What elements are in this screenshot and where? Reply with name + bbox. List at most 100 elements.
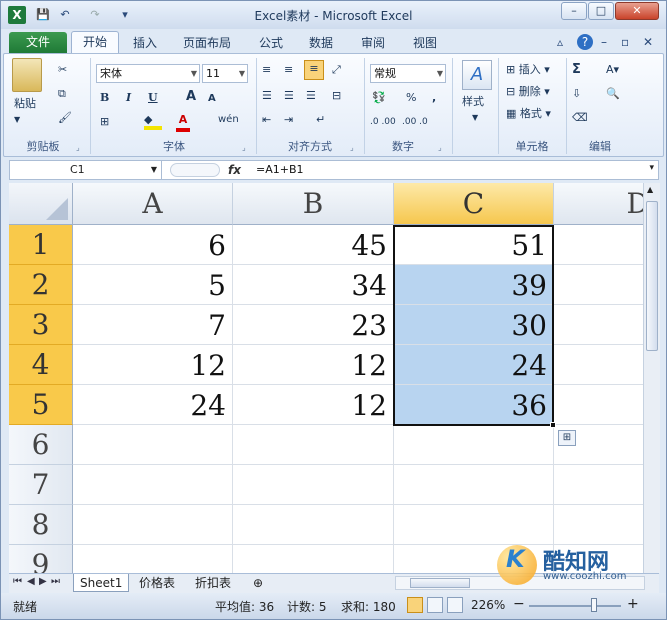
- cell-c4[interactable]: 24: [394, 345, 554, 385]
- cell-empty[interactable]: [73, 545, 233, 573]
- doc-close-icon[interactable]: ✕: [643, 35, 653, 49]
- last-sheet-icon[interactable]: ⏭: [51, 576, 60, 587]
- doc-minimize-icon[interactable]: –: [601, 35, 607, 49]
- expand-formula-icon[interactable]: ▾: [649, 163, 654, 173]
- select-all-button[interactable]: [9, 183, 73, 225]
- column-header-b[interactable]: B: [233, 183, 394, 225]
- maximize-button[interactable]: □: [588, 2, 614, 20]
- tab-review[interactable]: 审阅: [353, 34, 393, 53]
- fill-handle[interactable]: [550, 422, 556, 428]
- formula-input[interactable]: =A1+B1: [256, 161, 304, 179]
- row-header[interactable]: 7: [9, 465, 73, 505]
- cell-c5[interactable]: 36: [394, 385, 554, 425]
- number-launcher-icon[interactable]: ⌟: [438, 143, 442, 152]
- paste-dropdown-icon[interactable]: ▼: [14, 112, 20, 128]
- doc-restore-icon[interactable]: ▫: [621, 35, 629, 49]
- merge-center-icon[interactable]: ⊟: [332, 88, 341, 104]
- minimize-button[interactable]: –: [561, 2, 587, 20]
- paste-icon[interactable]: [12, 58, 42, 92]
- borders-icon[interactable]: ⊞: [100, 114, 109, 130]
- cell-empty[interactable]: [233, 505, 394, 545]
- cell-empty[interactable]: [554, 505, 643, 545]
- first-sheet-icon[interactable]: ⏮: [13, 576, 22, 587]
- cell-empty[interactable]: [394, 465, 554, 505]
- row-header[interactable]: 3: [9, 305, 73, 345]
- tab-insert[interactable]: 插入: [125, 34, 165, 53]
- tab-data[interactable]: 数据: [301, 34, 341, 53]
- cell-b2[interactable]: 34: [233, 265, 394, 305]
- align-top-icon[interactable]: ≡: [262, 62, 271, 78]
- cell-empty[interactable]: [73, 425, 233, 465]
- page-break-view-button[interactable]: [447, 597, 463, 613]
- sheet-tab-discount[interactable]: 折扣表: [189, 574, 237, 592]
- styles-dropdown-icon[interactable]: ▼: [472, 110, 478, 126]
- tab-view[interactable]: 视图: [405, 34, 445, 53]
- formula-bar-slider[interactable]: [170, 163, 220, 177]
- find-select-icon[interactable]: 🔍: [606, 86, 620, 102]
- orientation-icon[interactable]: ⤢: [332, 62, 341, 78]
- worksheet-grid[interactable]: A B C D 1 2 3 4 5 6 7 8 9 6 45 51 5 34 3…: [9, 183, 643, 573]
- name-box[interactable]: C1 ▼: [10, 161, 162, 179]
- cell-d3[interactable]: [554, 305, 643, 345]
- cell-empty[interactable]: [233, 425, 394, 465]
- minimize-ribbon-icon[interactable]: ▵: [557, 35, 563, 49]
- align-middle-icon[interactable]: ≡: [284, 62, 293, 78]
- underline-button[interactable]: U: [148, 90, 158, 106]
- row-header[interactable]: 2: [9, 265, 73, 305]
- fill-icon[interactable]: ⇩: [572, 86, 581, 102]
- clipboard-launcher-icon[interactable]: ⌟: [76, 143, 80, 152]
- column-header-a[interactable]: A: [73, 183, 233, 225]
- align-center-icon[interactable]: ☰: [284, 88, 294, 104]
- grow-font-button[interactable]: A: [186, 89, 196, 105]
- row-header[interactable]: 6: [9, 425, 73, 465]
- zoom-slider-thumb[interactable]: [591, 598, 597, 612]
- cell-a1[interactable]: 6: [73, 225, 233, 265]
- close-button[interactable]: ✕: [615, 2, 659, 20]
- cell-d5[interactable]: [554, 385, 643, 425]
- comma-button[interactable]: ,: [432, 90, 436, 106]
- shrink-font-button[interactable]: A: [208, 91, 216, 107]
- align-left-icon[interactable]: ☰: [262, 88, 272, 104]
- font-size-combo[interactable]: 11 ▼: [202, 64, 248, 83]
- bold-button[interactable]: B: [100, 90, 109, 106]
- cell-empty[interactable]: [394, 425, 554, 465]
- fill-color-icon[interactable]: ◆: [144, 112, 162, 130]
- cell-d2[interactable]: [554, 265, 643, 305]
- alignment-launcher-icon[interactable]: ⌟: [350, 143, 354, 152]
- clear-icon[interactable]: ⌫: [572, 110, 588, 126]
- delete-cells-button[interactable]: ⊟ 删除 ▾: [506, 84, 550, 100]
- cell-b1[interactable]: 45: [233, 225, 394, 265]
- sort-filter-icon[interactable]: A▾: [606, 62, 619, 78]
- cell-empty[interactable]: [554, 465, 643, 505]
- font-name-combo[interactable]: 宋体 ▼: [96, 64, 200, 83]
- decrease-decimal-button[interactable]: .00 .0: [402, 114, 428, 130]
- cell-a3[interactable]: 7: [73, 305, 233, 345]
- currency-icon[interactable]: 💱: [372, 90, 386, 106]
- sheet-tab-sheet1[interactable]: Sheet1: [73, 574, 130, 592]
- tab-page-layout[interactable]: 页面布局: [177, 34, 237, 53]
- cell-d1[interactable]: [554, 225, 643, 265]
- row-header[interactable]: 1: [9, 225, 73, 265]
- sheet-tab-price[interactable]: 价格表: [133, 574, 181, 592]
- column-header-c[interactable]: C: [394, 183, 554, 225]
- increase-indent-icon[interactable]: ⇥: [284, 112, 293, 128]
- insert-cells-button[interactable]: ⊞ 插入 ▾: [506, 62, 550, 78]
- cell-c2[interactable]: 39: [394, 265, 554, 305]
- paste-button[interactable]: 粘贴: [14, 96, 36, 112]
- cell-a4[interactable]: 12: [73, 345, 233, 385]
- prev-sheet-icon[interactable]: ◀: [27, 576, 35, 587]
- cell-empty[interactable]: [233, 465, 394, 505]
- row-header[interactable]: 4: [9, 345, 73, 385]
- cell-empty[interactable]: [233, 545, 394, 573]
- normal-view-button[interactable]: [407, 597, 423, 613]
- vertical-scrollbar[interactable]: ▲: [643, 183, 660, 573]
- cell-b3[interactable]: 23: [233, 305, 394, 345]
- percent-button[interactable]: %: [406, 90, 416, 106]
- page-layout-view-button[interactable]: [427, 597, 443, 613]
- phonetic-button[interactable]: wén: [218, 112, 239, 128]
- horizontal-scroll-thumb[interactable]: [410, 578, 470, 588]
- cell-empty[interactable]: [394, 505, 554, 545]
- zoom-out-button[interactable]: −: [513, 596, 525, 612]
- format-painter-icon[interactable]: 🖌: [58, 110, 72, 126]
- tab-formulas[interactable]: 公式: [251, 34, 291, 53]
